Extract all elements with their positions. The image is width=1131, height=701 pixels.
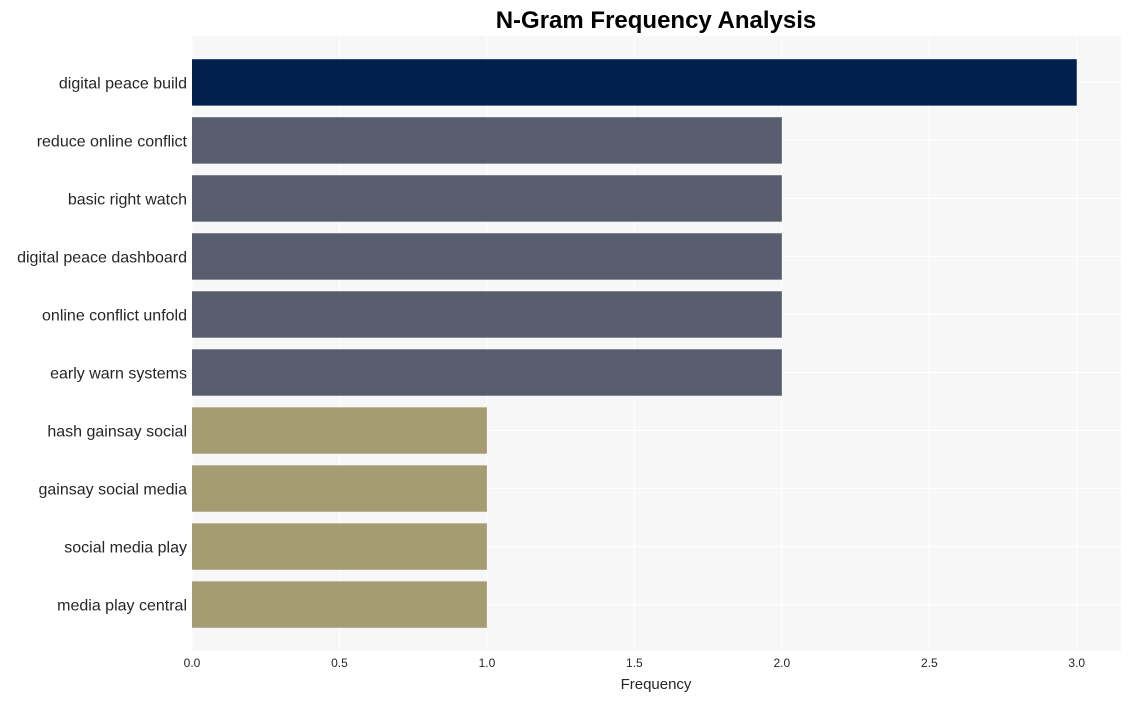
y-tick-label: gainsay social media <box>38 482 187 499</box>
y-tick-label: digital peace dashboard <box>17 249 187 266</box>
bar <box>192 175 782 222</box>
bar <box>192 291 782 338</box>
ngram-bar-chart: N-Gram Frequency Analysis digital peace … <box>17 7 1121 693</box>
x-tick-label: 1.0 <box>479 656 496 670</box>
y-tick-label: online conflict unfold <box>42 307 187 324</box>
bar <box>192 465 487 512</box>
bar <box>192 581 487 628</box>
x-axis-label: Frequency <box>621 676 692 693</box>
y-tick-label: social media play <box>64 540 187 557</box>
y-axis-labels: digital peace build reduce online conflic… <box>17 75 187 614</box>
chart-title: N-Gram Frequency Analysis <box>496 7 817 34</box>
y-tick-label: media play central <box>57 598 187 615</box>
bar <box>192 117 782 164</box>
x-tick-label: 3.0 <box>1068 656 1085 670</box>
y-tick-label: digital peace build <box>59 75 187 92</box>
x-axis-ticks: 0.0 0.5 1.0 1.5 2.0 2.5 3.0 <box>184 656 1086 670</box>
y-tick-label: early warn systems <box>50 366 187 383</box>
bar <box>192 349 782 396</box>
y-tick-label: hash gainsay social <box>47 424 187 441</box>
bar <box>192 59 1077 106</box>
x-tick-label: 2.0 <box>773 656 790 670</box>
bar <box>192 407 487 454</box>
x-tick-label: 0.5 <box>331 656 348 670</box>
y-tick-label: reduce online conflict <box>37 133 188 150</box>
x-tick-label: 0.0 <box>184 656 201 670</box>
bar <box>192 233 782 280</box>
x-tick-label: 1.5 <box>626 656 643 670</box>
y-tick-label: basic right watch <box>68 191 187 208</box>
bar <box>192 523 487 570</box>
x-tick-label: 2.5 <box>921 656 938 670</box>
